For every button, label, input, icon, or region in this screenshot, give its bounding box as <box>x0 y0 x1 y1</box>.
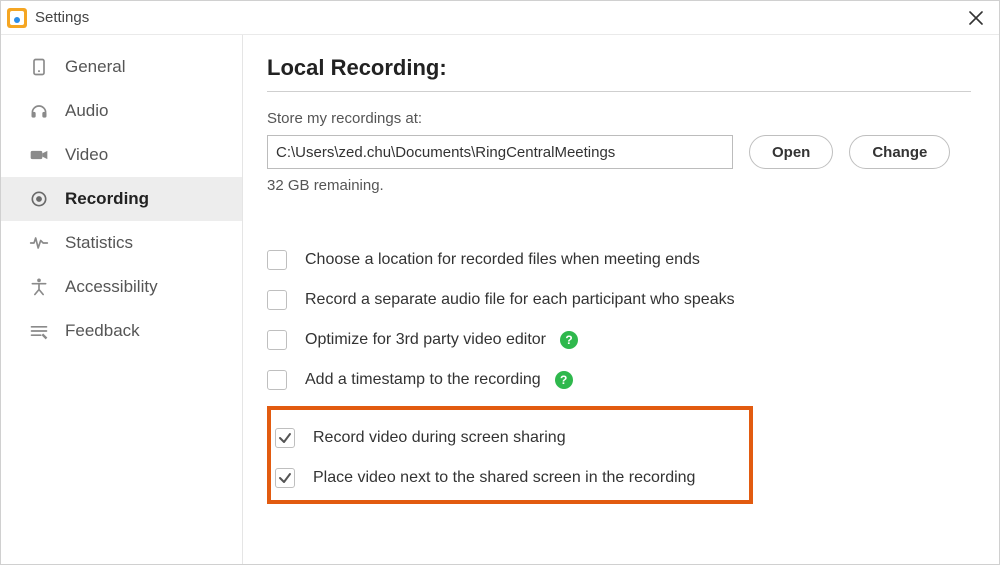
sidebar-item-label: Video <box>65 145 108 165</box>
option-label: Record a separate audio file for each pa… <box>305 291 735 309</box>
sidebar: General Audio Video Recording <box>1 35 243 564</box>
option-label: Add a timestamp to the recording <box>305 371 541 389</box>
check-icon <box>278 431 292 445</box>
option-record-during-share: Record video during screen sharing <box>275 418 745 458</box>
content-pane: Local Recording: Store my recordings at:… <box>243 35 999 564</box>
options-group: Choose a location for recorded files whe… <box>267 240 971 504</box>
accessibility-icon <box>29 277 55 297</box>
checkbox-optimize-editor[interactable] <box>267 330 287 350</box>
option-add-timestamp: Add a timestamp to the recording ? <box>267 360 971 400</box>
option-separate-audio: Record a separate audio file for each pa… <box>267 280 971 320</box>
open-button[interactable]: Open <box>749 135 833 169</box>
highlighted-options: Record video during screen sharing Place… <box>267 406 753 504</box>
close-button[interactable] <box>959 4 993 32</box>
window-body: General Audio Video Recording <box>1 35 999 564</box>
checkbox-separate-audio[interactable] <box>267 290 287 310</box>
remaining-text: 32 GB remaining. <box>267 177 971 194</box>
option-choose-location: Choose a location for recorded files whe… <box>267 240 971 280</box>
recording-icon <box>29 189 55 209</box>
checkbox-record-during-share[interactable] <box>275 428 295 448</box>
option-label: Optimize for 3rd party video editor <box>305 331 546 349</box>
sidebar-item-video[interactable]: Video <box>1 133 242 177</box>
recording-path-input[interactable] <box>267 135 733 169</box>
section-divider <box>267 91 971 92</box>
checkbox-place-video-next[interactable] <box>275 468 295 488</box>
window-title: Settings <box>35 9 89 26</box>
close-icon <box>969 11 983 25</box>
path-row: Open Change <box>267 135 971 169</box>
help-icon[interactable]: ? <box>555 371 573 389</box>
checkbox-add-timestamp[interactable] <box>267 370 287 390</box>
option-label: Choose a location for recorded files whe… <box>305 251 700 269</box>
sidebar-item-general[interactable]: General <box>1 45 242 89</box>
audio-icon <box>29 101 55 121</box>
sidebar-item-statistics[interactable]: Statistics <box>1 221 242 265</box>
option-label: Place video next to the shared screen in… <box>313 469 695 487</box>
statistics-icon <box>29 233 55 253</box>
checkbox-choose-location[interactable] <box>267 250 287 270</box>
sidebar-item-label: Feedback <box>65 321 140 341</box>
sidebar-item-accessibility[interactable]: Accessibility <box>1 265 242 309</box>
sidebar-item-label: Statistics <box>65 233 133 253</box>
change-button[interactable]: Change <box>849 135 950 169</box>
video-icon <box>29 145 55 165</box>
sidebar-item-audio[interactable]: Audio <box>1 89 242 133</box>
sidebar-item-label: Recording <box>65 189 149 209</box>
option-label: Record video during screen sharing <box>313 429 566 447</box>
general-icon <box>29 57 55 77</box>
option-place-video-next: Place video next to the shared screen in… <box>275 458 745 498</box>
sidebar-item-feedback[interactable]: Feedback <box>1 309 242 353</box>
store-label: Store my recordings at: <box>267 110 971 127</box>
section-title: Local Recording: <box>267 55 971 81</box>
help-icon[interactable]: ? <box>560 331 578 349</box>
sidebar-item-recording[interactable]: Recording <box>1 177 242 221</box>
sidebar-item-label: General <box>65 57 125 77</box>
titlebar: Settings <box>1 1 999 35</box>
option-optimize-editor: Optimize for 3rd party video editor ? <box>267 320 971 360</box>
settings-window: Settings General Audio <box>0 0 1000 565</box>
sidebar-item-label: Accessibility <box>65 277 158 297</box>
feedback-icon <box>29 321 55 341</box>
app-icon <box>7 8 27 28</box>
sidebar-item-label: Audio <box>65 101 108 121</box>
check-icon <box>278 471 292 485</box>
